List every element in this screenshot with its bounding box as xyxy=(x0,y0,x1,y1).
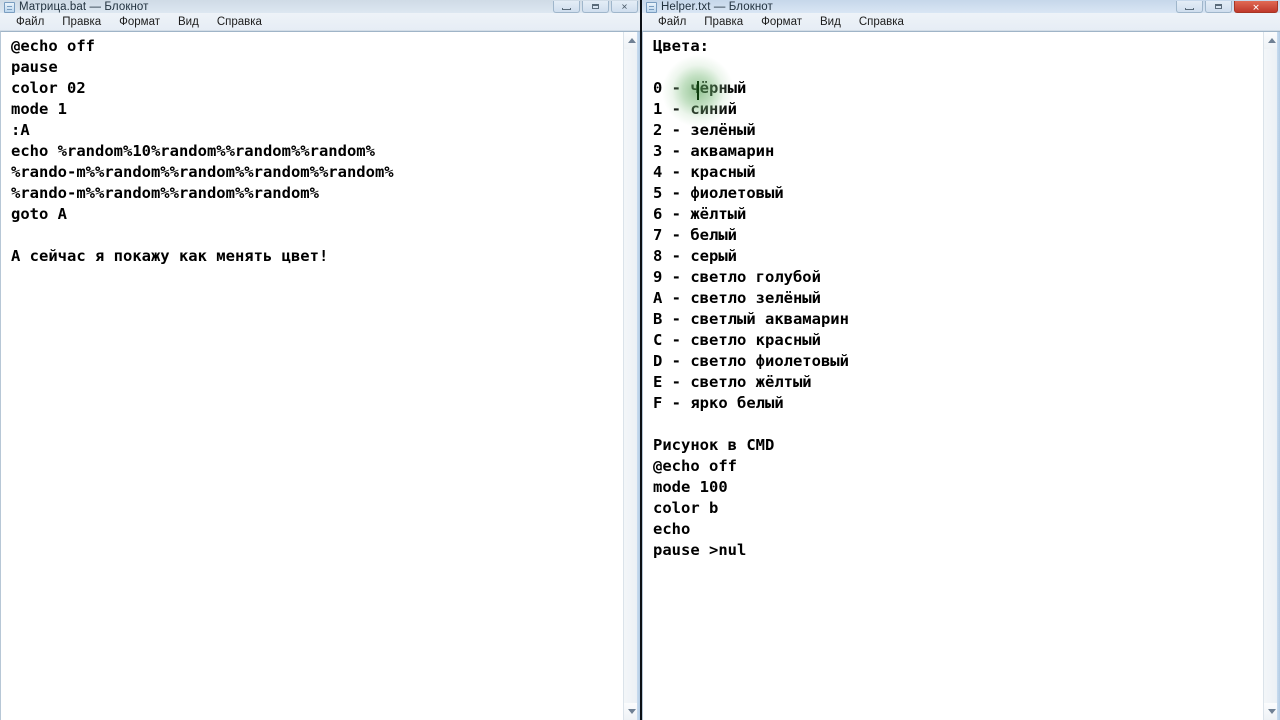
editor-wrap-right: Цвета: 0 - чёрный 1 - синий 2 - зелёный … xyxy=(642,31,1280,720)
menu-item-view-right[interactable]: Вид xyxy=(811,13,850,31)
desktop: Матрица.bat — Блокнот ✕ Файл Правка Форм… xyxy=(0,0,1280,720)
chevron-down-icon xyxy=(1268,709,1276,714)
minimize-icon xyxy=(1185,8,1194,10)
close-button-right[interactable]: ✕ xyxy=(1234,1,1278,13)
maximize-icon xyxy=(1215,4,1222,9)
titlebar-left[interactable]: Матрица.bat — Блокнот ✕ xyxy=(0,0,640,13)
notepad-icon xyxy=(4,2,15,13)
chevron-down-icon xyxy=(628,709,636,714)
chevron-up-icon xyxy=(1268,38,1276,43)
menu-item-help-right[interactable]: Справка xyxy=(850,13,913,31)
notepad-window-right[interactable]: Helper.txt — Блокнот ✕ Файл Правка Форма… xyxy=(640,0,1280,720)
text-area-left[interactable]: @echo off pause color 02 mode 1 :A echo … xyxy=(1,32,623,720)
menu-item-file-right[interactable]: Файл xyxy=(649,13,695,31)
menu-item-file-left[interactable]: Файл xyxy=(7,13,53,31)
window-title-left: Матрица.bat — Блокнот xyxy=(19,1,149,13)
menu-item-edit-left[interactable]: Правка xyxy=(53,13,110,31)
chevron-up-icon xyxy=(628,38,636,43)
close-button-left[interactable]: ✕ xyxy=(611,1,638,13)
window-controls-right: ✕ xyxy=(1176,1,1278,13)
menubar-right[interactable]: Файл Правка Формат Вид Справка xyxy=(642,13,1280,31)
menu-item-edit-right[interactable]: Правка xyxy=(695,13,752,31)
menubar-left[interactable]: Файл Правка Формат Вид Справка xyxy=(0,13,640,31)
maximize-button-left[interactable] xyxy=(582,1,609,13)
menu-item-help-left[interactable]: Справка xyxy=(208,13,271,31)
menu-item-format-left[interactable]: Формат xyxy=(110,13,169,31)
text-area-right[interactable]: Цвета: 0 - чёрный 1 - синий 2 - зелёный … xyxy=(643,32,1263,720)
document-text-left[interactable]: @echo off pause color 02 mode 1 :A echo … xyxy=(11,36,623,267)
titlebar-right[interactable]: Helper.txt — Блокнот ✕ xyxy=(642,0,1280,13)
menu-item-view-left[interactable]: Вид xyxy=(169,13,208,31)
notepad-window-left[interactable]: Матрица.bat — Блокнот ✕ Файл Правка Форм… xyxy=(0,0,640,720)
maximize-icon xyxy=(592,4,599,9)
close-icon: ✕ xyxy=(621,1,628,11)
notepad-icon xyxy=(646,2,657,13)
document-text-right[interactable]: Цвета: 0 - чёрный 1 - синий 2 - зелёный … xyxy=(653,36,1263,561)
menu-item-format-right[interactable]: Формат xyxy=(752,13,811,31)
window-controls-left: ✕ xyxy=(553,1,638,13)
minimize-button-left[interactable] xyxy=(553,1,580,13)
close-icon: ✕ xyxy=(1252,1,1260,12)
minimize-button-right[interactable] xyxy=(1176,1,1203,13)
editor-wrap-left: @echo off pause color 02 mode 1 :A echo … xyxy=(0,31,640,720)
window-title-right: Helper.txt — Блокнот xyxy=(661,1,773,13)
maximize-button-right[interactable] xyxy=(1205,1,1232,13)
minimize-icon xyxy=(562,8,571,10)
